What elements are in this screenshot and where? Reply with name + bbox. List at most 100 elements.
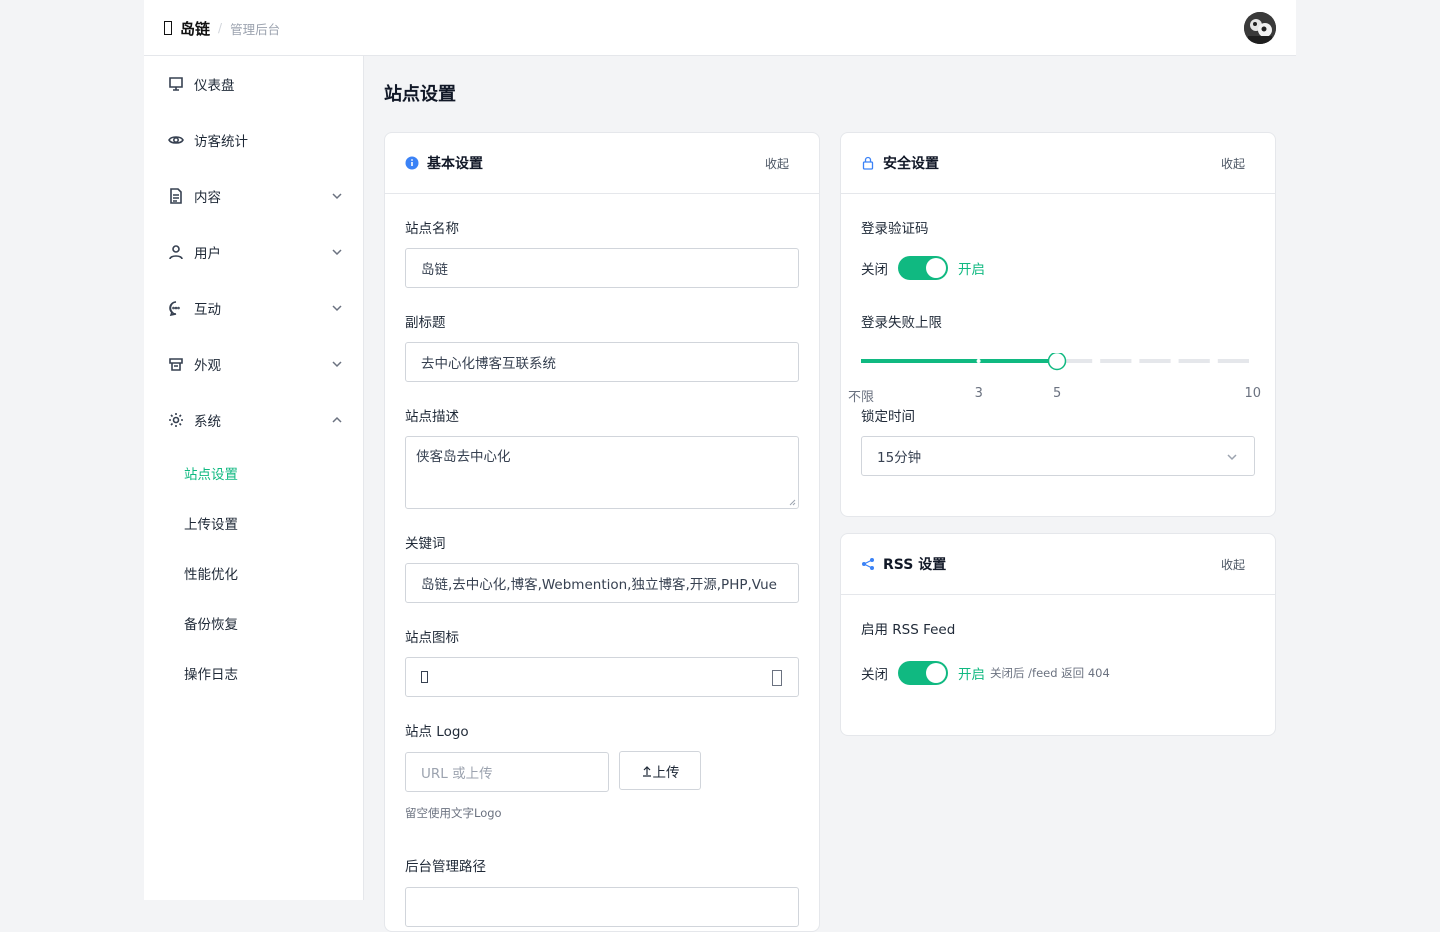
appearance-icon	[169, 358, 183, 371]
site-logo-placeholder: URL 或上传	[421, 766, 493, 782]
basic-collapse-button[interactable]: 收起	[765, 155, 789, 172]
sidebar-item-appearance[interactable]: 外观	[144, 344, 363, 384]
sidebar-subitem-site-settings[interactable]: 站点设置	[184, 458, 238, 488]
slider-mark-5: 5	[1053, 386, 1062, 401]
admin-path-input[interactable]	[405, 887, 799, 927]
slider-stops	[976, 359, 981, 363]
sidebar-item-dashboard[interactable]: 仪表盘	[144, 64, 363, 104]
lock-time-select[interactable]: 15分钟	[861, 436, 1255, 476]
site-desc-label: 站点描述	[405, 409, 459, 425]
site-icon-label: 站点图标	[405, 630, 459, 646]
page-title: 站点设置	[384, 84, 456, 105]
brand[interactable]: 岛链 / 管理后台	[164, 17, 280, 39]
subtitle-input[interactable]: 去中心化博客互联系统	[405, 342, 799, 382]
chat-icon	[169, 301, 180, 316]
chevron-down-icon	[332, 305, 342, 312]
chevron-down-icon	[1227, 454, 1237, 461]
site-logo-label: 站点 Logo	[405, 724, 469, 740]
app-root: 岛链 / 管理后台 仪表盘 访客统计 内容 用户 互动 外观 系统 站点设置 上…	[144, 0, 1296, 932]
brand-separator: /	[218, 21, 223, 35]
brand-logo-icon	[164, 21, 172, 35]
security-settings-card: 安全设置 收起 登录验证码 关闭 开启 登录失败上限 不限 3 5 10 锁定时…	[840, 132, 1276, 517]
sidebar-item-label: 仪表盘	[194, 78, 235, 94]
site-icon-picker-icon[interactable]	[772, 670, 782, 686]
document-icon	[170, 188, 182, 204]
sidebar-item-label: 用户	[194, 246, 221, 262]
upload-button[interactable]: 上传	[619, 751, 701, 790]
user-icon	[169, 245, 183, 260]
chevron-down-icon	[332, 193, 342, 200]
basic-settings-title: 基本设置	[427, 156, 483, 172]
rss-settings-title: RSS 设置	[883, 557, 947, 573]
slider-mark-10: 10	[1244, 386, 1262, 401]
slider-handle[interactable]	[1047, 353, 1067, 371]
sidebar-subitem-backup[interactable]: 备份恢复	[184, 608, 238, 638]
rss-on-text: 开启	[958, 667, 985, 683]
lock-time-value: 15分钟	[877, 450, 922, 466]
sidebar-item-label: 外观	[194, 358, 221, 374]
keywords-label: 关键词	[405, 536, 446, 552]
chevron-down-icon	[332, 249, 342, 256]
admin-path-label: 后台管理路径	[405, 859, 486, 875]
rss-settings-card: RSS 设置 收起 启用 RSS Feed 关闭 开启 关闭后 /feed 返回…	[840, 533, 1276, 736]
avatar[interactable]	[1244, 12, 1276, 44]
slider-fill	[861, 359, 1057, 363]
sidebar-subitem-performance[interactable]: 性能优化	[184, 558, 238, 588]
sidebar-item-users[interactable]: 用户	[144, 232, 363, 272]
site-name-input[interactable]: 岛链	[405, 248, 799, 288]
sidebar-item-label: 内容	[194, 190, 221, 206]
security-collapse-button[interactable]: 收起	[1221, 155, 1245, 172]
info-icon	[405, 156, 419, 170]
sidebar-item-label: 访客统计	[194, 134, 248, 150]
subtitle-label: 副标题	[405, 315, 446, 331]
sidebar-item-system[interactable]: 系统	[144, 400, 363, 440]
slider-mark-3: 3	[974, 386, 983, 401]
sidebar-item-content[interactable]: 内容	[144, 176, 363, 216]
captcha-toggle[interactable]	[898, 256, 948, 280]
basic-settings-header: 基本设置 收起	[385, 133, 819, 194]
rss-collapse-button[interactable]: 收起	[1221, 556, 1245, 573]
sidebar-subitem-upload-settings[interactable]: 上传设置	[184, 508, 238, 538]
fail-limit-slider[interactable]	[861, 353, 1253, 389]
subtitle-value: 去中心化博客互联系统	[421, 356, 556, 372]
rss-off-text: 关闭	[861, 667, 888, 683]
main-content: 站点设置 基本设置 收起 站点名称 岛链 副标题 去中心化博客互联系统 站点描述…	[364, 56, 1296, 932]
lock-icon	[862, 156, 874, 170]
avatar-image-icon	[1244, 12, 1276, 44]
rss-toggle[interactable]	[898, 661, 948, 685]
resize-handle-icon[interactable]	[789, 499, 796, 506]
keywords-input[interactable]: 岛链,去中心化,博客,Webmention,独立博客,开源,PHP,Vue	[405, 563, 799, 603]
brand-name: 岛链	[180, 19, 211, 38]
captcha-switch-row: 关闭 开启	[861, 256, 985, 280]
captcha-label: 登录验证码	[861, 221, 929, 237]
site-icon-input[interactable]	[405, 657, 799, 697]
slider-mark-unlimited: 不限	[848, 390, 875, 405]
site-logo-input[interactable]: URL 或上传	[405, 752, 609, 792]
logo-hint: 留空使用文字Logo	[405, 806, 502, 820]
rss-enable-label: 启用 RSS Feed	[861, 622, 956, 638]
captcha-on-text: 开启	[958, 262, 985, 278]
site-name-label: 站点名称	[405, 221, 459, 237]
share-icon	[862, 558, 874, 570]
gear-icon	[169, 413, 183, 427]
site-icon-preview-icon	[421, 671, 428, 683]
security-settings-title: 安全设置	[883, 156, 939, 172]
sidebar-item-interaction[interactable]: 互动	[144, 288, 363, 328]
fail-limit-label: 登录失败上限	[861, 315, 942, 331]
dashboard-icon	[169, 77, 183, 91]
basic-settings-card: 基本设置 收起 站点名称 岛链 副标题 去中心化博客互联系统 站点描述 侠客岛去…	[384, 132, 820, 932]
slider-track-segment	[1217, 359, 1249, 363]
slider-track-segment	[1100, 359, 1132, 363]
security-settings-header: 安全设置 收起	[841, 133, 1275, 194]
sidebar-item-label: 互动	[194, 302, 221, 318]
slider-track-segment	[1139, 359, 1171, 363]
sidebar-subitem-logs[interactable]: 操作日志	[184, 658, 238, 688]
site-desc-value: 侠客岛去中心化	[416, 449, 511, 465]
keywords-value: 岛链,去中心化,博客,Webmention,独立博客,开源,PHP,Vue	[421, 577, 777, 593]
sidebar-item-visitors[interactable]: 访客统计	[144, 120, 363, 160]
slider-stop-dot	[976, 359, 981, 363]
rss-hint: 关闭后 /feed 返回 404	[990, 666, 1110, 680]
chevron-down-icon	[332, 361, 342, 368]
site-desc-textarea[interactable]: 侠客岛去中心化	[405, 436, 799, 509]
upload-icon	[642, 765, 651, 777]
